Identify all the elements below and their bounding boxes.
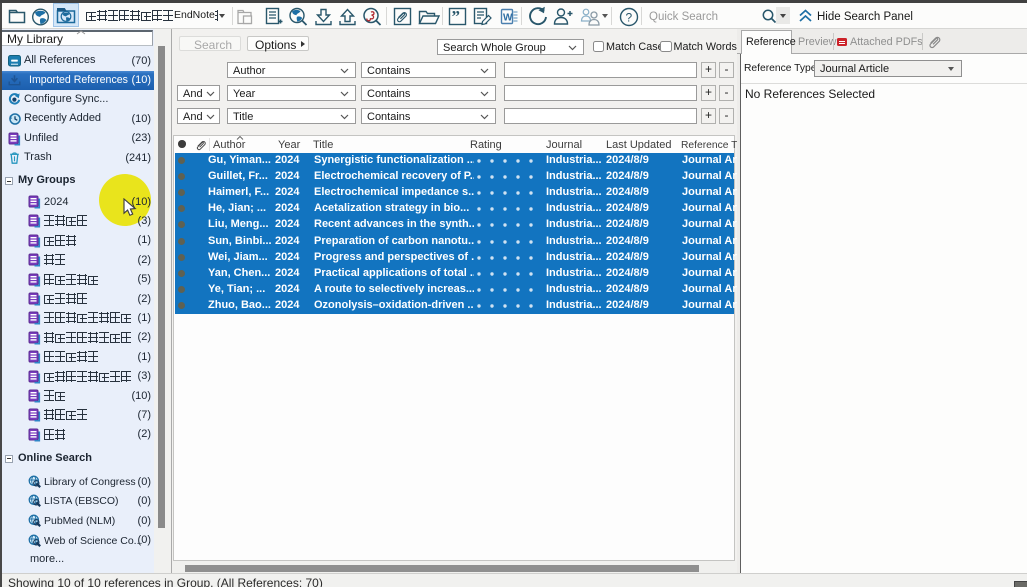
svg-text:W: W bbox=[503, 13, 513, 24]
svg-text:”: ” bbox=[452, 7, 461, 26]
svg-text:?: ? bbox=[626, 11, 633, 25]
